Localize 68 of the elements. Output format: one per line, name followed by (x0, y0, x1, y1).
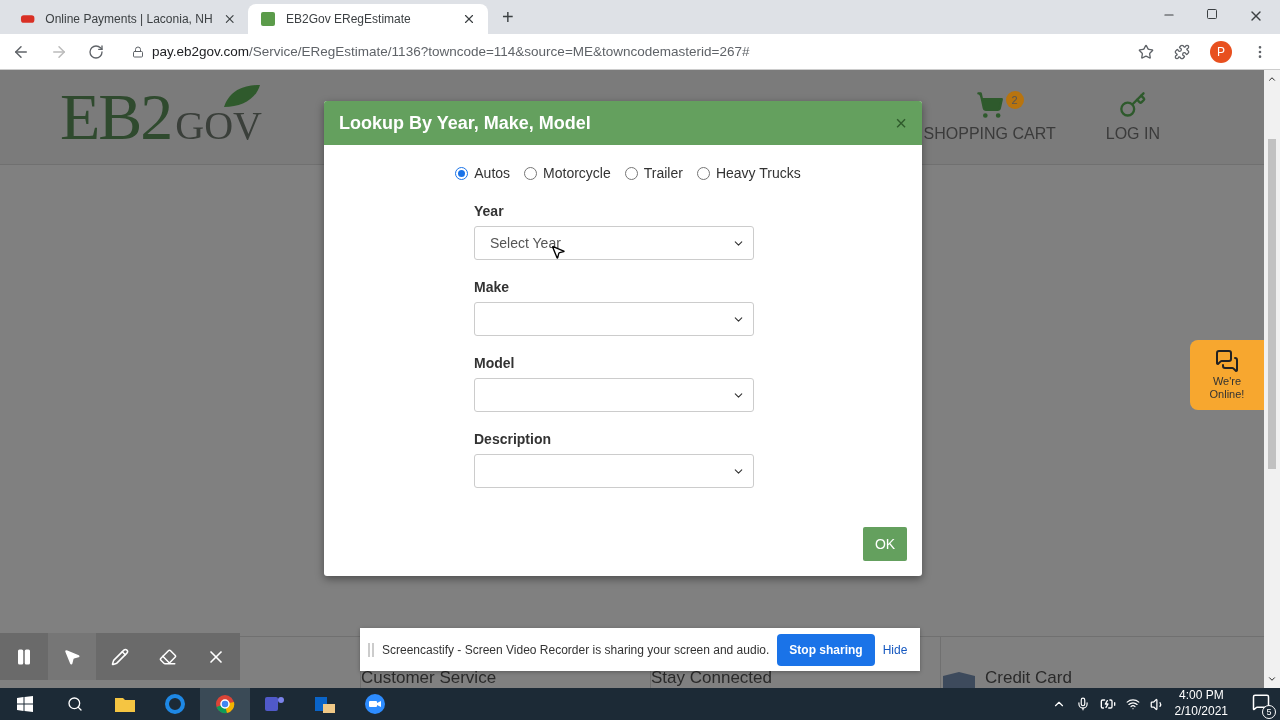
reload-icon[interactable] (88, 43, 104, 60)
search-icon (67, 696, 83, 712)
radio-label: Trailer (643, 165, 683, 181)
pointer-icon (63, 647, 81, 666)
field-label: Model (474, 355, 516, 371)
ring-icon (165, 694, 185, 714)
tab-title: EB2Gov ERegEstimate (286, 12, 412, 26)
battery-icon[interactable] (1099, 696, 1116, 712)
close-button[interactable] (192, 633, 240, 680)
clock-time[interactable]: 4:00 PM (1178, 688, 1224, 704)
footer-heading: Stay Connected (651, 668, 772, 688)
chat-icon (1215, 348, 1239, 373)
lock-icon (132, 45, 144, 58)
close-icon[interactable] (462, 12, 476, 26)
field-label: Make (474, 279, 511, 295)
profile-avatar[interactable]: P (1210, 40, 1232, 63)
teams-icon (265, 695, 285, 713)
restore-icon[interactable] (1206, 8, 1218, 20)
footer-heading: Credit Card (985, 668, 1072, 688)
sharing-message: Screencastify - Screen Video Recorder is sharing your screen and audio. (382, 642, 770, 657)
scrollbar-thumb[interactable] (1268, 139, 1276, 469)
eraser-icon (159, 647, 177, 666)
footer-heading: Customer Service (361, 668, 497, 688)
url-host[interactable]: pay.eb2gov.com (152, 44, 250, 59)
chrome-icon (215, 694, 235, 714)
chat-tab[interactable]: We're Online! (1190, 340, 1264, 410)
logo-text: EB2 (60, 79, 172, 155)
pointer-button[interactable] (48, 633, 96, 680)
dialog-title: Lookup By Year, Make, Model (339, 112, 592, 134)
pause-button[interactable] (0, 633, 48, 680)
stop-sharing-button[interactable]: Stop sharing (777, 633, 875, 666)
select-field[interactable] (474, 454, 754, 488)
select-field[interactable]: Select Year (474, 226, 754, 260)
scroll-up-icon[interactable] (1267, 74, 1277, 84)
select-field[interactable] (474, 302, 754, 336)
radio-label: Autos (474, 165, 511, 181)
field-label: Year (474, 203, 505, 219)
clock-date[interactable]: 2/10/2021 (1174, 704, 1228, 720)
browser-tab[interactable]: Online Payments | Laconia, NH (8, 4, 248, 34)
windows-icon (17, 696, 33, 712)
radio-label: Heavy Trucks (715, 165, 801, 181)
notifications-icon[interactable] (1252, 693, 1270, 711)
hide-link[interactable]: Hide (882, 642, 908, 657)
url-path[interactable]: /Service/ERegEstimate/1136?towncode=114&source=ME&towncodemasterid=267# (249, 44, 750, 59)
star-icon[interactable] (1138, 43, 1154, 60)
site-icon (260, 11, 276, 27)
logo-subtext: GOV (175, 102, 262, 149)
wifi-icon[interactable] (1125, 697, 1140, 711)
leaf-icon (222, 83, 262, 109)
cart-count: 2 (1005, 91, 1024, 109)
microphone-icon[interactable] (1075, 697, 1090, 711)
pause-icon (15, 647, 33, 666)
mail-icon (315, 695, 335, 713)
notification-count: 5 (1262, 705, 1276, 719)
video-camera-icon (365, 694, 385, 714)
pencil-icon (111, 647, 129, 666)
extensions-icon[interactable] (1174, 43, 1190, 60)
pen-button[interactable] (96, 633, 144, 680)
radio-label: Motorcycle (543, 165, 611, 181)
new-tab-button[interactable]: + (502, 6, 514, 29)
scroll-down-icon[interactable] (1267, 674, 1277, 684)
browser-tab[interactable]: EB2Gov ERegEstimate (248, 4, 488, 34)
tab-title: Online Payments | Laconia, NH (45, 12, 213, 26)
field-label: Description (474, 431, 552, 447)
select-field[interactable] (474, 378, 754, 412)
chrome-button[interactable] (200, 688, 250, 720)
grip-icon (368, 642, 374, 657)
folder-icon (115, 696, 135, 712)
